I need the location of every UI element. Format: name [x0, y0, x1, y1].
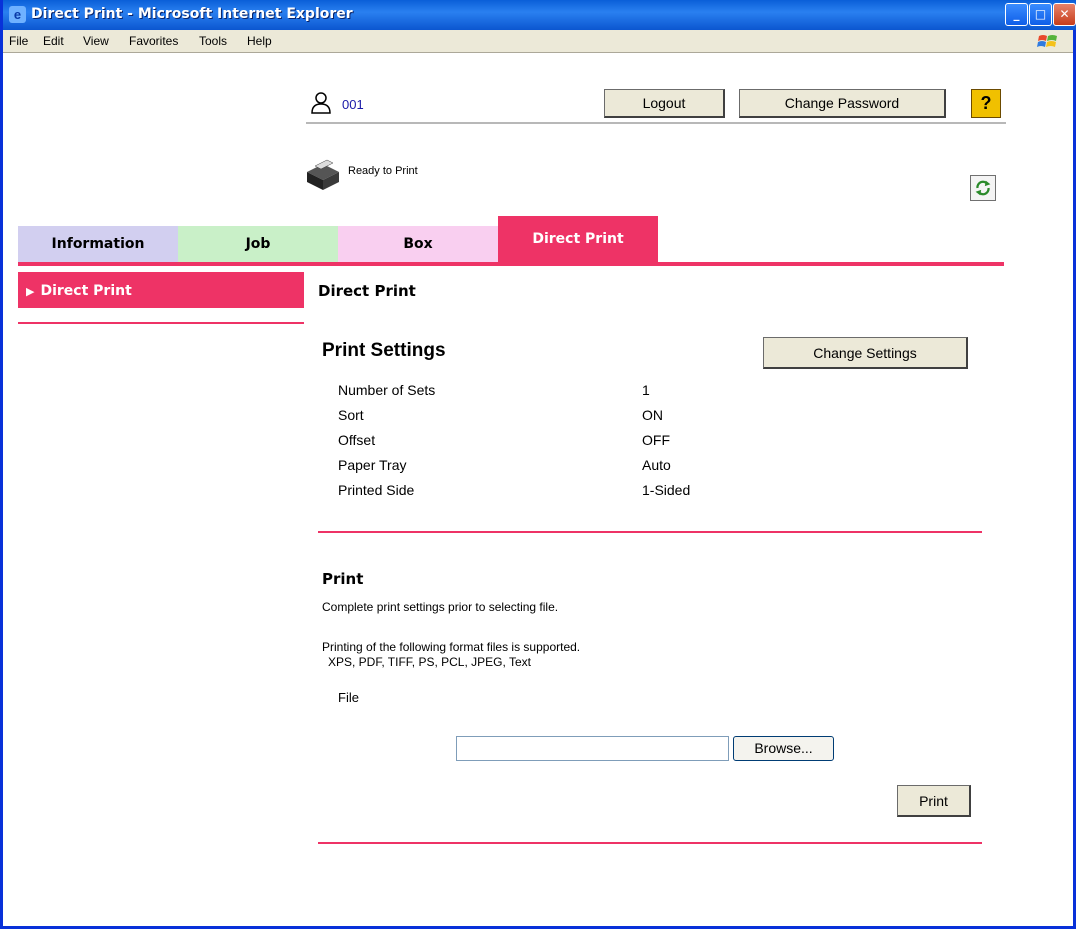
setting-value: 1 [642, 382, 650, 398]
window-title: Direct Print - Microsoft Internet Explor… [31, 6, 353, 22]
setting-value: OFF [642, 432, 670, 448]
menu-help[interactable]: Help [247, 34, 272, 48]
user-divider [306, 122, 1006, 124]
printer-status: Ready to Print [348, 165, 418, 177]
title-bar[interactable]: e Direct Print - Microsoft Internet Expl… [3, 0, 1076, 30]
printer-icon [307, 159, 339, 190]
print-section-title: Print [322, 570, 364, 588]
change-settings-button[interactable]: Change Settings [763, 337, 968, 369]
setting-label: Paper Tray [338, 457, 407, 473]
refresh-icon[interactable] [970, 175, 996, 201]
menu-tools[interactable]: Tools [199, 34, 227, 48]
user-id: 001 [342, 97, 364, 112]
tab-underline [18, 262, 1004, 266]
section-divider [318, 531, 982, 533]
menu-favorites[interactable]: Favorites [129, 34, 178, 48]
tab-job[interactable]: Job [178, 226, 338, 262]
ie-icon: e [9, 6, 26, 23]
sidebar-item-label: Direct Print [40, 283, 132, 299]
tab-direct-print[interactable]: Direct Print [498, 216, 658, 262]
file-path-input[interactable] [456, 736, 729, 761]
setting-label: Number of Sets [338, 382, 436, 398]
supported-formats: XPS, PDF, TIFF, PS, PCL, JPEG, Text [328, 655, 531, 669]
setting-label: Printed Side [338, 482, 415, 498]
menu-view[interactable]: View [83, 34, 109, 48]
arrow-right-icon: ▶ [26, 285, 35, 298]
sidebar-divider [18, 322, 304, 324]
setting-value: 1-Sided [642, 482, 691, 498]
sidebar-item-direct-print[interactable]: ▶ Direct Print [18, 272, 304, 308]
help-icon[interactable]: ? [971, 89, 1001, 118]
maximize-button[interactable]: □ [1029, 3, 1052, 26]
menu-bar: File Edit View Favorites Tools Help [3, 30, 1073, 53]
setting-label: Sort [338, 407, 364, 423]
minimize-button[interactable]: _ [1005, 3, 1028, 26]
logout-button[interactable]: Logout [604, 89, 725, 118]
change-password-button[interactable]: Change Password [739, 89, 946, 118]
print-note: Complete print settings prior to selecti… [322, 600, 559, 614]
file-label: File [338, 690, 359, 705]
setting-value: Auto [642, 457, 671, 473]
close-button[interactable]: ✕ [1053, 3, 1076, 26]
print-settings-title: Print Settings [322, 340, 446, 361]
browse-button[interactable]: Browse... [733, 736, 834, 761]
supported-intro: Printing of the following format files i… [322, 640, 581, 654]
setting-value: ON [642, 407, 663, 423]
section-divider-bottom [318, 842, 982, 844]
print-button[interactable]: Print [897, 785, 971, 817]
windows-logo-icon [1037, 35, 1057, 47]
setting-label: Offset [338, 432, 376, 448]
tab-box[interactable]: Box [338, 226, 498, 262]
menu-edit[interactable]: Edit [43, 34, 64, 48]
user-icon [311, 92, 331, 114]
menu-file[interactable]: File [9, 34, 28, 48]
tab-information[interactable]: Information [18, 226, 178, 262]
page-title: Direct Print [318, 282, 416, 300]
